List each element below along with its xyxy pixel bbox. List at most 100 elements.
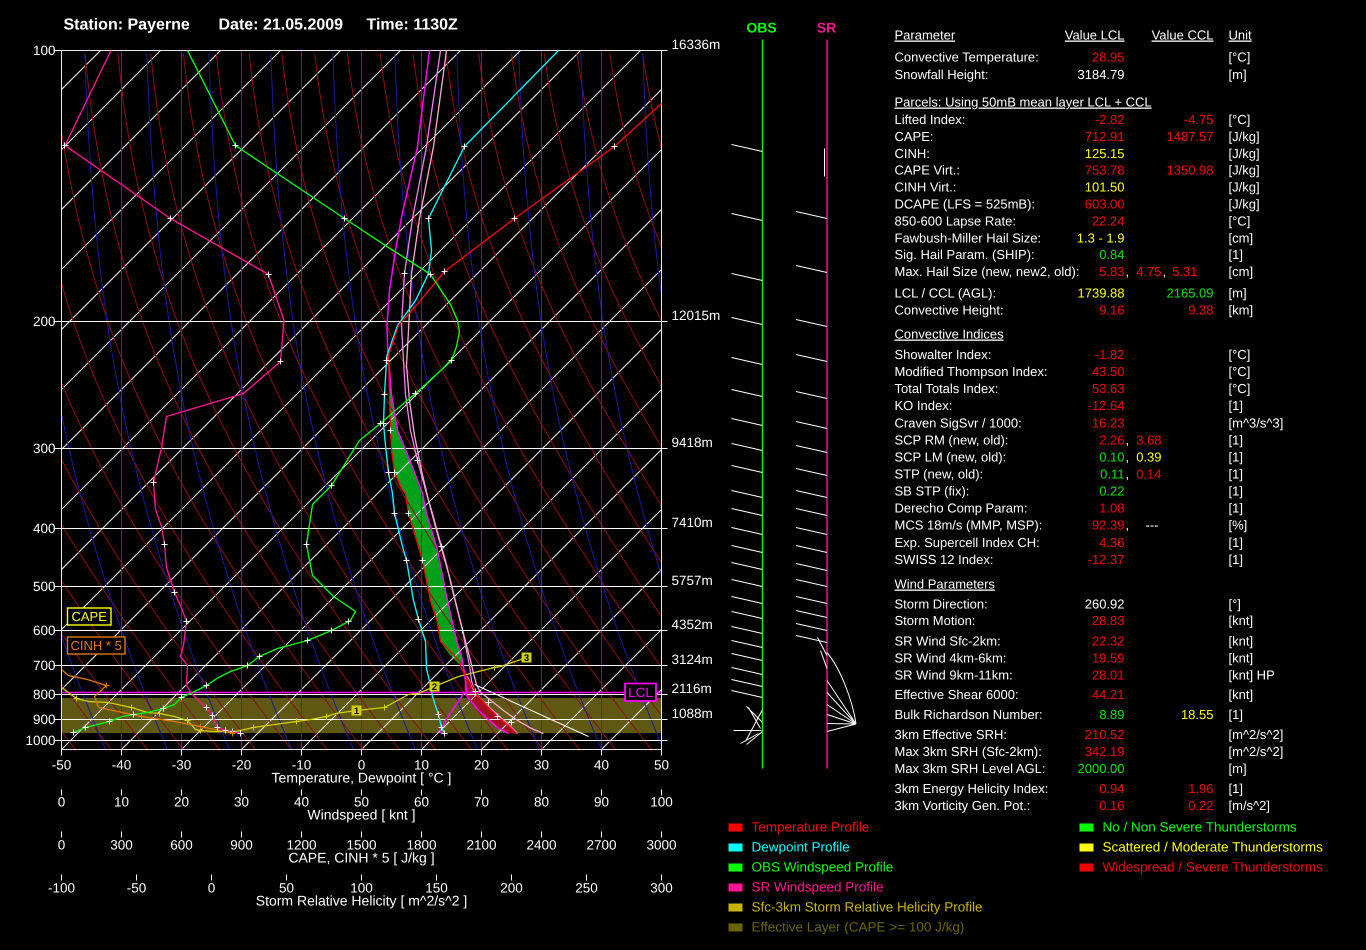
svg-text:MCS 18m/s (MMP, MSP):: MCS 18m/s (MMP, MSP):: [895, 518, 1043, 533]
svg-text:0: 0: [58, 838, 66, 853]
svg-text:SR Wind 4km-6km:: SR Wind 4km-6km:: [895, 650, 1007, 665]
svg-text:Effective Layer (CAPE >= 100 J: Effective Layer (CAPE >= 100 J/kg): [752, 920, 965, 935]
svg-text:22.32: 22.32: [1092, 633, 1125, 648]
svg-text:CAPE:: CAPE:: [895, 129, 934, 144]
svg-text:[J/kg]: [J/kg]: [1229, 197, 1260, 212]
svg-text:Dewpoint Profile: Dewpoint Profile: [752, 840, 850, 855]
svg-text:CAPE, CINH * 5 [ J/kg ]: CAPE, CINH * 5 [ J/kg ]: [288, 850, 434, 866]
svg-text:Total Totals Index:: Total Totals Index:: [895, 381, 999, 396]
svg-text:[J/kg]: [J/kg]: [1229, 129, 1260, 144]
svg-text:4.75: 4.75: [1136, 264, 1161, 279]
svg-text:12015m: 12015m: [672, 308, 721, 323]
svg-text:900: 900: [230, 838, 253, 853]
svg-text:DCAPE (LFS = 525mB):: DCAPE (LFS = 525mB):: [895, 197, 1036, 212]
svg-text:1000: 1000: [25, 733, 55, 748]
svg-text:300: 300: [650, 881, 673, 896]
svg-text:Sfc-3km Storm Relative Helicit: Sfc-3km Storm Relative Helicity Profile: [752, 900, 983, 915]
svg-text:22.24: 22.24: [1092, 213, 1125, 228]
svg-text:,: ,: [1126, 466, 1130, 481]
svg-text:0.14: 0.14: [1136, 466, 1161, 481]
svg-text:Widespread / Severe Thundersto: Widespread / Severe Thunderstorms: [1103, 860, 1324, 875]
svg-text:100: 100: [650, 795, 673, 810]
svg-text:53.63: 53.63: [1092, 381, 1125, 396]
svg-text:Date: 21.05.2009: Date: 21.05.2009: [219, 17, 344, 34]
svg-text:[°C]: [°C]: [1229, 50, 1251, 65]
svg-text:Max 3km SRH (Sfc-2km):: Max 3km SRH (Sfc-2km):: [895, 744, 1042, 759]
svg-text:3184.79: 3184.79: [1078, 67, 1125, 82]
svg-text:60: 60: [414, 795, 429, 810]
svg-text:1.3 - 1.9: 1.3 - 1.9: [1077, 230, 1125, 245]
svg-text:2116m: 2116m: [672, 681, 712, 696]
svg-text:850-600 Lapse Rate:: 850-600 Lapse Rate:: [895, 213, 1016, 228]
svg-text:28.01: 28.01: [1092, 668, 1125, 683]
svg-text:Lifted Index:: Lifted Index:: [895, 112, 966, 127]
svg-text:Station: Payerne: Station: Payerne: [64, 17, 190, 34]
svg-text:200: 200: [33, 314, 56, 329]
svg-text:-30: -30: [172, 758, 192, 773]
svg-text:603.00: 603.00: [1085, 197, 1125, 212]
svg-text:[knt]: [knt]: [1229, 633, 1254, 648]
svg-text:2165.09: 2165.09: [1167, 286, 1214, 301]
svg-text:CINH:: CINH:: [895, 146, 930, 161]
svg-text:SR: SR: [817, 20, 836, 36]
svg-text:18.55: 18.55: [1181, 707, 1214, 722]
svg-text:[%]: [%]: [1229, 518, 1248, 533]
svg-text:9.38: 9.38: [1188, 302, 1213, 317]
svg-text:800: 800: [33, 687, 56, 702]
svg-text:400: 400: [33, 521, 56, 536]
svg-text:SWISS 12 Index:: SWISS 12 Index:: [895, 552, 994, 567]
svg-text:[J/kg]: [J/kg]: [1229, 180, 1260, 195]
svg-text:No / Non Severe Thunderstorms: No / Non Severe Thunderstorms: [1103, 820, 1297, 835]
svg-text:260.92: 260.92: [1085, 597, 1125, 612]
svg-text:SR Windspeed Profile: SR Windspeed Profile: [752, 880, 884, 895]
svg-text:2: 2: [432, 682, 437, 693]
svg-text:1088m: 1088m: [672, 706, 713, 721]
svg-text:[J/kg]: [J/kg]: [1229, 146, 1260, 161]
svg-text:SR Wind 9km-11km:: SR Wind 9km-11km:: [895, 668, 1013, 683]
svg-text:---: ---: [1146, 518, 1159, 533]
svg-text:0.94: 0.94: [1099, 781, 1124, 796]
svg-text:LCL: LCL: [628, 685, 653, 700]
svg-text:210.52: 210.52: [1085, 727, 1125, 742]
svg-text:16336m: 16336m: [672, 37, 721, 52]
svg-text:342.19: 342.19: [1085, 744, 1125, 759]
svg-text:STP (new, old):: STP (new, old):: [895, 466, 984, 481]
svg-text:3km Energy Helicity Index:: 3km Energy Helicity Index:: [895, 781, 1049, 796]
svg-text:20: 20: [174, 795, 189, 810]
svg-text:3124m: 3124m: [672, 652, 713, 667]
svg-text:Max 3km SRH Level AGL:: Max 3km SRH Level AGL:: [895, 761, 1046, 776]
svg-text:[km]: [km]: [1229, 302, 1254, 317]
svg-text:900: 900: [33, 712, 56, 727]
svg-text:[cm]: [cm]: [1229, 264, 1254, 279]
svg-text:0: 0: [208, 881, 216, 896]
svg-text:9418m: 9418m: [672, 435, 713, 450]
svg-text:80: 80: [534, 795, 549, 810]
svg-text:Derecho Comp Param:: Derecho Comp Param:: [895, 501, 1028, 516]
svg-text:-20: -20: [232, 758, 252, 773]
svg-text:1.96: 1.96: [1188, 781, 1213, 796]
svg-text:3000: 3000: [646, 838, 676, 853]
svg-text:-2.82: -2.82: [1095, 112, 1125, 127]
svg-text:250: 250: [575, 881, 598, 896]
svg-text:[1]: [1]: [1229, 398, 1243, 413]
svg-text:3: 3: [524, 653, 529, 664]
svg-text:28.83: 28.83: [1092, 613, 1125, 628]
svg-text:[knt] HP: [knt] HP: [1229, 668, 1275, 683]
svg-text:[1]: [1]: [1229, 432, 1243, 447]
svg-text:LCL / CCL (AGL):: LCL / CCL (AGL):: [895, 286, 997, 301]
svg-text:Temperature, Dewpoint [ °C ]: Temperature, Dewpoint [ °C ]: [272, 770, 452, 786]
svg-text:[1]: [1]: [1229, 449, 1243, 464]
svg-text:-12.64: -12.64: [1088, 398, 1125, 413]
svg-text:8.89: 8.89: [1099, 707, 1124, 722]
svg-text:2100: 2100: [466, 838, 496, 853]
svg-text:,: ,: [1126, 449, 1130, 464]
svg-text:Temperature Profile: Temperature Profile: [752, 820, 870, 835]
svg-text:[°C]: [°C]: [1229, 381, 1251, 396]
svg-text:[knt]: [knt]: [1229, 613, 1254, 628]
svg-text:[m]: [m]: [1229, 67, 1247, 82]
svg-text:Bulk Richardson Number:: Bulk Richardson Number:: [895, 707, 1043, 722]
svg-text:1350.98: 1350.98: [1167, 163, 1214, 178]
svg-text:3.68: 3.68: [1136, 432, 1161, 447]
svg-text:101.50: 101.50: [1085, 180, 1125, 195]
svg-text:[J/kg]: [J/kg]: [1229, 163, 1260, 178]
